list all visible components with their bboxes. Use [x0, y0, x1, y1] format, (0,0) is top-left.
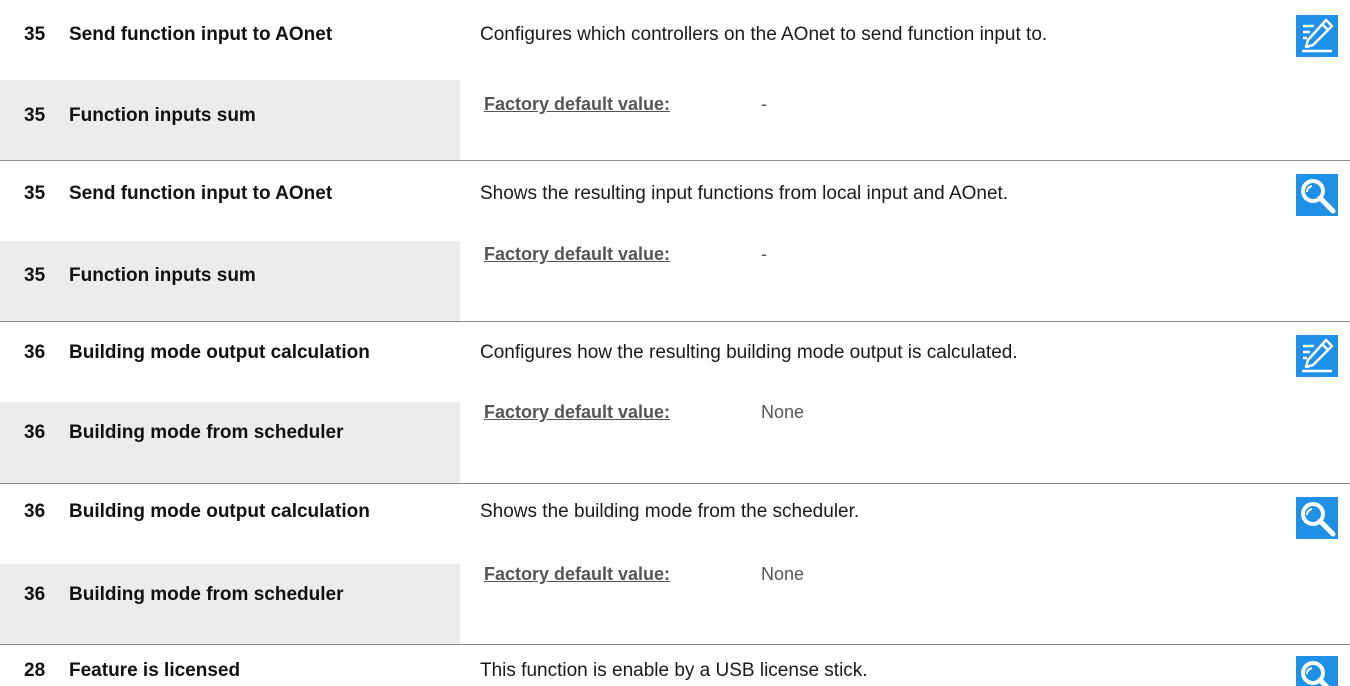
parameter-name: Send function input to AOnet	[69, 183, 333, 204]
edit-icon[interactable]	[1296, 335, 1338, 377]
parameter-table: 35 Send function input to AOnet 35 Funct…	[0, 0, 1350, 686]
parameter-name: Function inputs sum	[69, 105, 256, 126]
search-icon[interactable]	[1296, 497, 1338, 539]
parameter-number: 35	[24, 265, 46, 286]
parameter-name-cell: 35 Function inputs sum	[0, 80, 460, 161]
factory-default-value: None	[761, 564, 805, 584]
edit-icon[interactable]	[1296, 15, 1338, 57]
factory-default-value: None	[761, 402, 805, 422]
parameter-number: 36	[24, 422, 46, 443]
parameter-description: Configures which controllers on the AOne…	[480, 24, 1048, 45]
parameter-entry: 35 Send function input to AOnet 35 Funct…	[0, 0, 1350, 161]
parameter-entry: 36 Building mode output calculation 36 B…	[0, 322, 1350, 483]
parameter-entry: 35 Send function input to AOnet 35 Funct…	[0, 161, 1350, 322]
parameter-name-cell: 36 Building mode output calculation	[0, 484, 460, 564]
factory-default-label: Factory default value:	[484, 244, 671, 264]
parameter-name-cell: 35 Send function input to AOnet	[0, 0, 460, 80]
parameter-number: 28	[24, 660, 46, 681]
parameter-name: Feature is licensed	[69, 660, 241, 681]
factory-default-label: Factory default value:	[484, 564, 671, 584]
parameter-description: Shows the building mode from the schedul…	[480, 501, 860, 522]
parameter-description: Shows the resulting input functions from…	[480, 183, 1009, 204]
parameter-name: Send function input to AOnet	[69, 24, 333, 45]
parameter-name-cell: 36 Building mode from scheduler	[0, 564, 460, 645]
parameter-name: Function inputs sum	[69, 265, 256, 286]
parameter-name: Building mode output calculation	[69, 342, 370, 363]
parameter-entry: 36 Building mode output calculation 36 B…	[0, 484, 1350, 645]
parameter-name: Building mode output calculation	[69, 501, 370, 522]
parameter-description: Configures how the resulting building mo…	[480, 342, 1018, 363]
parameter-name-cell: 36 Building mode output calculation	[0, 322, 460, 402]
search-icon[interactable]	[1296, 656, 1338, 686]
parameter-number: 36	[24, 501, 46, 522]
parameter-number: 35	[24, 24, 46, 45]
search-icon[interactable]	[1296, 174, 1338, 216]
factory-default-label: Factory default value:	[484, 402, 671, 422]
parameter-name: Building mode from scheduler	[69, 584, 344, 605]
factory-default-value: -	[761, 94, 767, 114]
parameter-description: This function is enable by a USB license…	[480, 660, 868, 681]
parameter-number: 36	[24, 584, 46, 605]
parameter-number: 35	[24, 183, 46, 204]
factory-default-label: Factory default value:	[484, 94, 671, 114]
parameter-name-cell: 36 Building mode from scheduler	[0, 402, 460, 483]
parameter-name-cell: 35 Send function input to AOnet	[0, 161, 460, 241]
parameter-number: 35	[24, 105, 46, 126]
parameter-entry: 28 Feature is licensed This function is …	[0, 645, 1350, 686]
factory-default-value: -	[761, 244, 767, 264]
parameter-name-cell: 35 Function inputs sum	[0, 241, 460, 322]
parameter-number: 36	[24, 342, 46, 363]
parameter-name: Building mode from scheduler	[69, 422, 344, 443]
